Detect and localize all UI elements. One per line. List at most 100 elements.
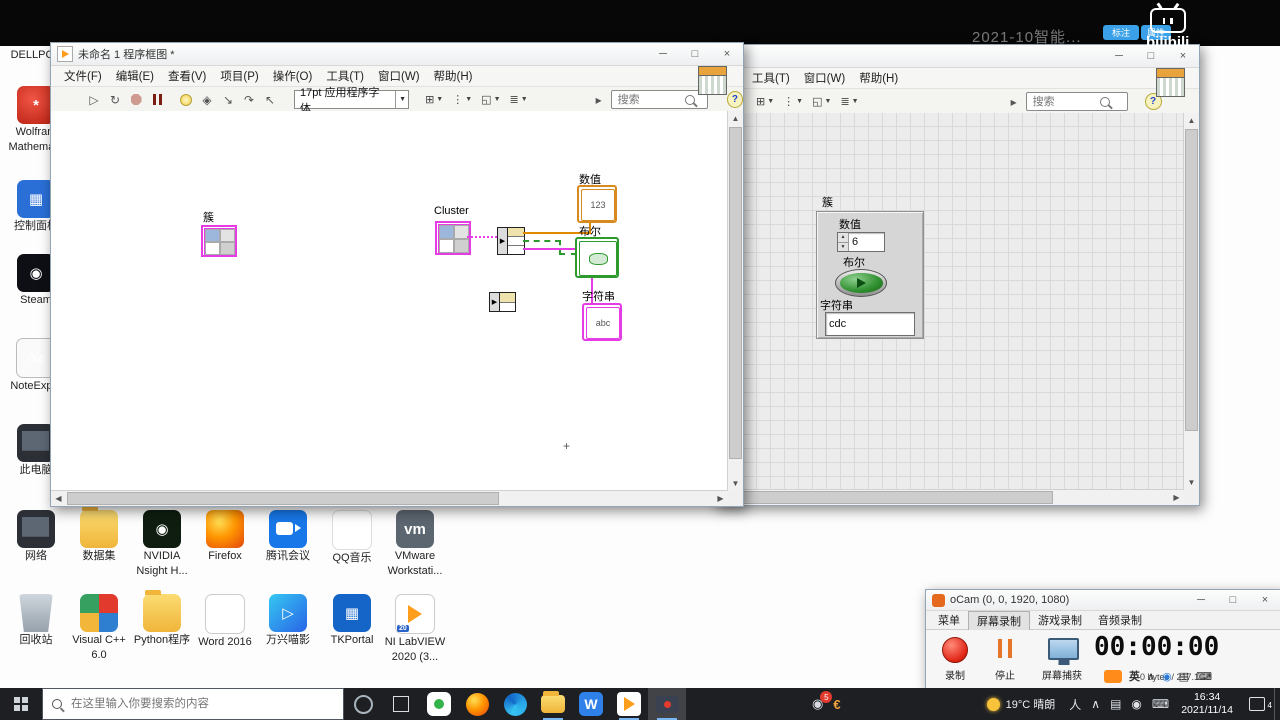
vi-icon-pane[interactable] [698,66,727,95]
status-dot-icon[interactable]: ◉ [1162,670,1172,683]
ocam-titlebar[interactable]: oCam (0, 0, 1920, 1080) ─ □ × [926,590,1280,611]
scroll-down-icon[interactable]: ▼ [1184,475,1199,490]
taskbar-app-generic[interactable] [420,688,458,720]
boolean-wire[interactable] [559,240,561,254]
distribute-objects-dropdown[interactable]: ⋮ ▼ [449,91,475,109]
toolbar-chevron[interactable]: ▸ [1005,93,1023,111]
retain-wire-values-button[interactable]: ◈ [198,91,216,109]
desktop-icon-dataset[interactable]: 数据集 [67,506,131,563]
run-continuously-button[interactable]: ↻ [106,91,124,109]
taskbar-search[interactable] [42,688,344,720]
numeric-control[interactable]: ▲ ▼ [837,232,885,252]
align-objects-dropdown[interactable]: ⊞ ▼ [753,93,777,111]
front-panel-canvas[interactable]: 簇 数值 ▲▼ 布尔 字符串 [715,113,1184,490]
decrement-icon[interactable]: ▼ [838,242,848,251]
numeric-input[interactable] [849,236,884,248]
weather-widget[interactable]: 19°C 晴朗 [978,696,1065,712]
highlight-execution-button[interactable] [177,91,195,109]
horizontal-scrollbar[interactable]: ◀ ▶ [51,490,728,506]
desktop-icon-qq-music[interactable]: ♪ QQ音乐 [320,510,384,565]
taskbar-app-browser[interactable] [496,688,534,720]
hidden-icons-chevron[interactable]: ∧ [1086,697,1105,711]
scroll-up-icon[interactable]: ▲ [1184,113,1199,128]
taskbar-app-ocam[interactable] [648,688,686,720]
cortana-button[interactable] [344,688,382,720]
menu-project[interactable]: 项目(P) [213,66,265,86]
menu-view[interactable]: 查看(V) [161,66,213,86]
minimize-button[interactable]: ─ [1185,590,1217,610]
tab-game-record[interactable]: 游戏录制 [1030,611,1090,629]
reorder-dropdown[interactable]: ≣ ▼ [837,93,861,111]
close-button[interactable]: × [1249,590,1280,610]
cluster-control[interactable]: 数值 ▲▼ 布尔 字符串 [816,211,924,339]
scrollbar-thumb[interactable] [1185,129,1198,431]
tab-audio-record[interactable]: 音频录制 [1090,611,1150,629]
tab-screen-record[interactable]: 屏幕录制 [968,610,1030,630]
start-button[interactable] [0,688,42,720]
menu-help[interactable]: 帮助(H) [852,68,905,88]
tab-menu[interactable]: 菜单 [930,611,968,629]
menu-edit[interactable]: 编辑(E) [109,66,161,86]
resize-objects-dropdown[interactable]: ◱ ▼ [809,93,834,111]
font-settings-combo[interactable]: 17pt 应用程序字体 ▼ [294,87,410,115]
screen-capture-button[interactable] [1048,638,1079,660]
minimize-button[interactable]: ─ [1103,45,1135,67]
task-view-button[interactable] [382,688,420,720]
vertical-scrollbar[interactable]: ▲ ▼ [727,111,743,491]
step-out-button[interactable]: ↖ [261,91,279,109]
string-label[interactable]: 字符串 [820,297,853,313]
toolbar-chevron[interactable]: ▸ [590,91,608,109]
horizontal-scrollbar[interactable]: ◀ ▶ [715,489,1184,505]
desktop-icon-wanxing[interactable]: ▷ 万兴喵影 [256,594,320,647]
volume-icon[interactable]: ∧ [1147,670,1155,683]
keyboard-icon[interactable]: ⌨ [1147,697,1174,711]
increment-decrement[interactable]: ▲ ▼ [838,233,849,251]
record-button[interactable] [942,637,968,663]
search-input[interactable] [615,92,680,107]
cluster-terminal-label[interactable]: 簇 [203,209,214,225]
network-icon[interactable]: ▤ [1105,697,1126,711]
scrollbar-thumb[interactable] [729,127,742,459]
search-box[interactable] [1025,92,1128,111]
scroll-right-icon[interactable]: ▶ [1169,490,1184,505]
desktop-icon-recycle-bin[interactable]: 回收站 [4,594,68,647]
string-control[interactable] [825,312,915,336]
search-input[interactable] [1030,94,1095,109]
string-indicator[interactable]: abc [582,303,622,341]
scroll-right-icon[interactable]: ▶ [713,491,728,506]
taskbar-clock[interactable]: 16:34 2021/11/14 [1174,691,1240,717]
menu-file[interactable]: 文件(F) [57,66,109,86]
cluster-constant[interactable] [435,221,471,255]
overlay-button-a[interactable]: 标注 [1103,25,1139,40]
unbundle-function[interactable]: ▶ [497,227,525,255]
menu-help[interactable]: 帮助(H) [427,66,480,86]
step-into-button[interactable]: ↘ [219,91,237,109]
app-with-badge[interactable]: ◉ 5 [812,691,833,712]
abort-button[interactable] [127,91,145,109]
maximize-button[interactable]: □ [679,43,711,65]
help-button[interactable]: ? [726,91,743,108]
numeric-indicator[interactable]: 123 [577,185,617,223]
show-desktop-button[interactable] [1274,688,1280,720]
bilibili-tray-icon[interactable] [1104,669,1122,683]
desktop-icon-nvidia-nsight[interactable]: ◉ NVIDIA Nsight H... [130,510,194,577]
desktop-icon-word2016[interactable]: W Word 2016 [193,594,257,649]
desktop-icon-labview[interactable]: 20 NI LabVIEW 2020 (3... [383,594,447,663]
scrollbar-thumb[interactable] [67,492,499,505]
scroll-left-icon[interactable]: ◀ [51,491,66,506]
menu-tools[interactable]: 工具(T) [745,68,797,88]
scroll-down-icon[interactable]: ▼ [728,476,743,491]
block-diagram-canvas[interactable]: 簇 Cluster ▶ 数值 123 布尔 字符串 abc ▶ + [51,111,728,491]
reorder-dropdown[interactable]: ≣ ▼ [507,91,531,109]
unbundle-function-spare[interactable]: ▶ [489,292,516,312]
step-over-button[interactable]: ↷ [240,91,258,109]
front-panel-titlebar[interactable]: ─ □ × [715,45,1199,68]
scrollbar-thumb[interactable] [731,491,1053,504]
desktop-icon-vmware[interactable]: vm VMware Workstati... [383,510,447,577]
resize-objects-dropdown[interactable]: ◱ ▼ [478,91,503,109]
currency-tray-icon[interactable]: € [833,697,840,712]
desktop-icon-python-folder[interactable]: Python程序 [130,590,194,647]
block-diagram-titlebar[interactable]: 未命名 1 程序框图 * ─ □ × [51,43,743,66]
numeric-label[interactable]: 数值 [839,216,861,232]
cluster-wire[interactable] [467,236,497,238]
